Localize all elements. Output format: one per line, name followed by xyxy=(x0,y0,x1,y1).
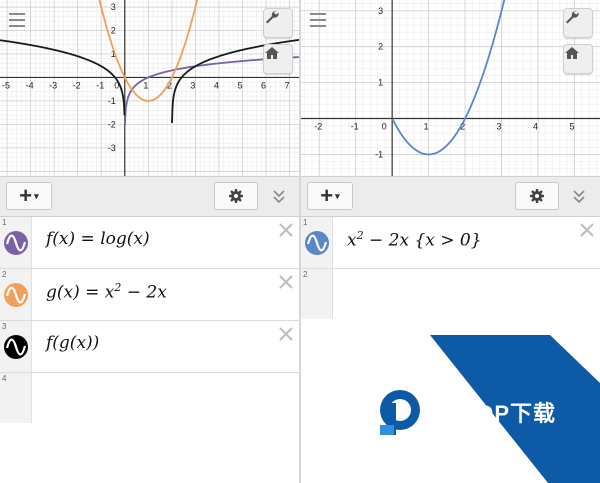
delete-expression-icon[interactable] xyxy=(578,221,596,239)
row-number: 4 xyxy=(2,374,7,383)
x-tick-label: -2 xyxy=(73,80,81,90)
x-tick-label: 3 xyxy=(497,122,502,132)
settings-button[interactable] xyxy=(515,182,559,210)
x-tick-label: -3 xyxy=(49,80,57,90)
expression-math[interactable]: x2 − 2x {x > 0} xyxy=(347,229,482,251)
y-tick-label: 2 xyxy=(111,26,116,36)
row-gutter: 1 xyxy=(0,217,32,268)
caret-down-icon: ▾ xyxy=(335,190,340,201)
expression-exponent: 2 xyxy=(356,229,364,242)
color-wave-icon[interactable] xyxy=(3,230,29,256)
home-icon xyxy=(265,47,279,59)
y-tick-label: 3 xyxy=(111,2,116,12)
expression-math[interactable]: f(x) = log(x) xyxy=(46,229,150,249)
x-tick-label: -2 xyxy=(314,122,322,132)
home-icon xyxy=(565,47,579,59)
row-gutter: 4 xyxy=(0,373,32,423)
x-tick-label: 5 xyxy=(569,122,574,132)
gear-icon xyxy=(229,189,243,203)
wrench-icon xyxy=(266,10,279,24)
menu-icon[interactable] xyxy=(9,13,25,27)
expression-text-tail: − 2x {x > 0} xyxy=(363,230,482,251)
x-tick-label: -4 xyxy=(26,80,34,90)
y-tick-label: -2 xyxy=(108,119,116,129)
expression-row-1[interactable]: 1 f(x) = log(x) xyxy=(0,217,299,269)
delete-expression-icon[interactable] xyxy=(277,221,295,239)
delete-expression-icon[interactable] xyxy=(277,325,295,343)
wrench-icon xyxy=(566,10,579,24)
row-number: 2 xyxy=(2,270,7,279)
wrench-button[interactable] xyxy=(563,8,593,38)
x-tick-label: -1 xyxy=(351,122,359,132)
x-tick-label: 0 xyxy=(382,122,387,132)
x-tick-label: -1 xyxy=(96,80,104,90)
collapse-list-icon[interactable] xyxy=(569,186,589,206)
expression-toolbar-left: + ▾ xyxy=(0,176,299,217)
menu-icon[interactable] xyxy=(310,13,326,27)
graph-canvas-left[interactable]: -5 -4 -3 -2 -1 0 1 2 3 4 5 6 7 3 2 1 -1 -2 -3 xyxy=(0,0,299,176)
x-tick-label: 4 xyxy=(533,122,538,132)
expression-text-tail: − 2x xyxy=(121,282,167,303)
plus-icon: + xyxy=(320,183,334,208)
row-gutter: 2 xyxy=(0,269,32,320)
x-tick-label: 6 xyxy=(261,80,266,90)
y-tick-label: -1 xyxy=(375,149,383,159)
y-tick-label: -3 xyxy=(108,143,116,153)
x-tick-label: 5 xyxy=(237,80,242,90)
collapse-list-icon[interactable] xyxy=(269,186,289,206)
row-number: 1 xyxy=(303,218,308,227)
add-expression-button[interactable]: + ▾ xyxy=(307,182,353,210)
row-gutter: 1 xyxy=(301,217,333,268)
expression-text: g(x) = x xyxy=(46,282,115,303)
plus-icon: + xyxy=(19,183,33,208)
x-tick-label: 4 xyxy=(214,80,219,90)
expression-math[interactable]: f(g(x)) xyxy=(46,333,99,353)
row-number: 3 xyxy=(2,322,7,331)
graph-svg-right[interactable]: -2 -1 0 1 2 3 4 5321-1 xyxy=(301,0,600,176)
row-number: 1 xyxy=(2,218,7,227)
x-tick-label: 7 xyxy=(285,80,290,90)
row-gutter: 2 xyxy=(301,269,333,319)
expression-row-empty[interactable]: 2 xyxy=(301,269,600,319)
wrench-button[interactable] xyxy=(263,8,293,38)
left-panel: -5 -4 -3 -2 -1 0 1 2 3 4 5 6 7 3 2 1 -1 -2 -3 + ▾ xyxy=(0,0,299,483)
watermark-subtitle: PCPOP Download xyxy=(428,422,501,431)
expression-math[interactable]: g(x) = x2 − 2x xyxy=(46,281,167,303)
expression-text: x xyxy=(347,230,357,251)
y-tick-label: 3 xyxy=(378,6,383,16)
delete-expression-icon[interactable] xyxy=(277,273,295,291)
expression-text: f(g(x)) xyxy=(46,333,100,353)
home-button[interactable] xyxy=(263,44,293,74)
gear-icon xyxy=(530,189,544,203)
expression-row-3[interactable]: 3 f(g(x)) xyxy=(0,321,299,373)
y-tick-label: 1 xyxy=(378,78,383,88)
settings-button[interactable] xyxy=(214,182,258,210)
expression-row-1[interactable]: 1 x2 − 2x {x > 0} xyxy=(301,217,600,269)
color-wave-icon[interactable] xyxy=(3,334,29,360)
x-tick-label: 1 xyxy=(424,122,429,132)
x-tick-label: -5 xyxy=(2,80,10,90)
expression-row-2[interactable]: 2 g(x) = x2 − 2x xyxy=(0,269,299,321)
row-gutter: 3 xyxy=(0,321,32,372)
expression-list-left: 1 f(x) = log(x) 2 g(x) = x2 − 2x 3 f(g(x… xyxy=(0,217,299,483)
y-tick-label: 2 xyxy=(378,42,383,52)
color-wave-icon[interactable] xyxy=(304,230,330,256)
x-tick-label: 1 xyxy=(143,80,148,90)
add-expression-button[interactable]: + ▾ xyxy=(6,182,52,210)
expression-toolbar-right: + ▾ xyxy=(301,176,600,217)
graph-canvas-right[interactable]: -2 -1 0 1 2 3 4 5 3 2 1 -1 xyxy=(301,0,600,176)
expression-row-empty[interactable]: 4 xyxy=(0,373,299,423)
color-wave-icon[interactable] xyxy=(3,282,29,308)
row-number: 2 xyxy=(303,270,308,279)
home-button[interactable] xyxy=(563,44,593,74)
x-tick-label: 3 xyxy=(190,80,195,90)
expression-text: f(x) = log(x) xyxy=(46,229,150,249)
y-tick-label: -1 xyxy=(108,96,116,106)
graph-svg-left[interactable]: -5 -4 -3 -2 -1 0 1 2 3 4 5 6 7321-1-2-3 xyxy=(0,0,299,176)
caret-down-icon: ▾ xyxy=(34,190,39,201)
